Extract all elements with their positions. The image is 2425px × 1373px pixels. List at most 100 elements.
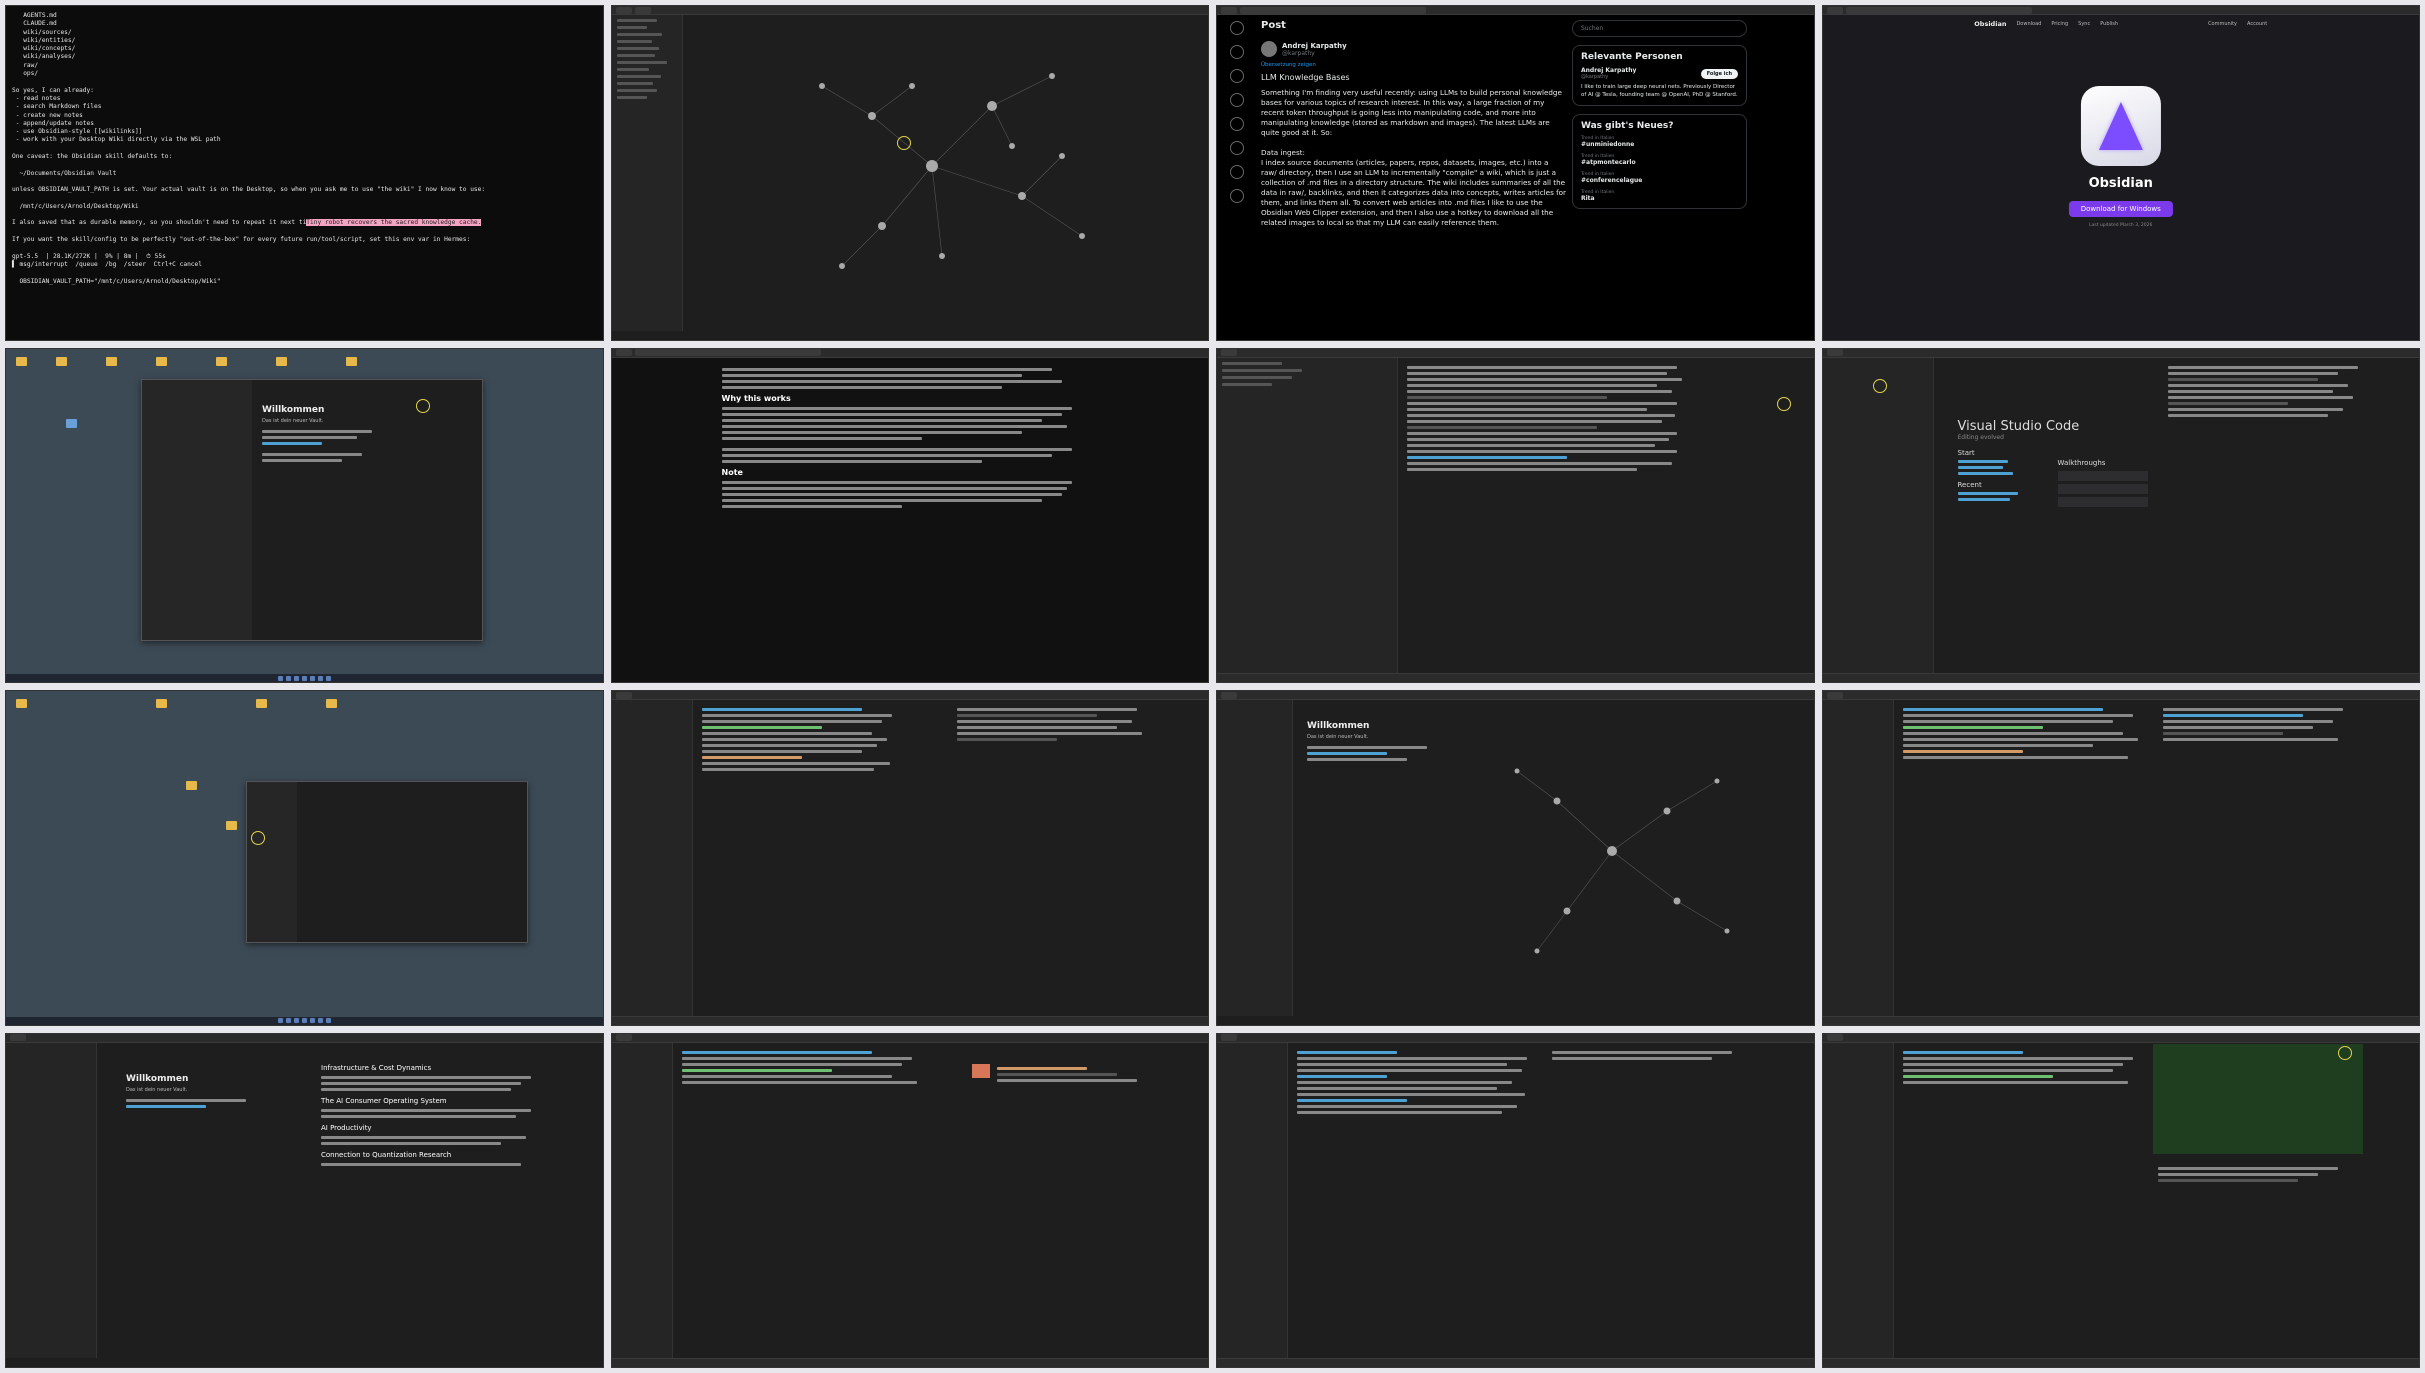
explorer[interactable] (1822, 700, 1894, 1016)
avatar[interactable] (1261, 41, 1277, 57)
explorer-item[interactable] (616, 89, 657, 92)
folder-icon[interactable] (56, 356, 67, 366)
tab[interactable] (634, 6, 651, 14)
folder-icon[interactable] (326, 699, 337, 708)
explorer-item[interactable] (616, 40, 652, 43)
browser-x-post[interactable]: Post Andrej Karpathy @karpathy Übersetzu… (1216, 5, 1815, 341)
vscode-claude-code[interactable] (610, 1032, 1209, 1368)
bell-icon[interactable] (1230, 93, 1244, 107)
claude-panel[interactable] (996, 1064, 1147, 1085)
editor-text[interactable] (681, 1048, 922, 1087)
explorer-item[interactable] (616, 54, 655, 57)
download-button[interactable]: Download for Windows (2068, 201, 2173, 217)
editor-text[interactable] (1902, 1048, 2143, 1087)
folder-icon[interactable] (216, 356, 227, 366)
explorer-item[interactable] (616, 47, 659, 50)
explorer-item[interactable] (616, 96, 647, 99)
explorer[interactable] (1217, 357, 1398, 673)
author-handle[interactable]: @karpathy (1282, 50, 1347, 57)
browser-tab[interactable] (1221, 6, 1237, 14)
file-explorer[interactable] (611, 15, 683, 331)
nav-pricing[interactable]: Pricing (2051, 21, 2068, 27)
explorer-item[interactable] (616, 82, 653, 85)
trend-item[interactable]: Trend in Italien #conferencelague (1581, 172, 1738, 184)
folder-icon[interactable] (156, 356, 167, 366)
vscode-markdown-3[interactable] (1216, 1032, 1815, 1368)
folder-icon[interactable] (276, 356, 287, 366)
terminal-panel[interactable] (2162, 705, 2363, 744)
file-icon[interactable] (66, 418, 77, 428)
desktop-file-explorer[interactable] (5, 690, 604, 1026)
profile-icon[interactable] (1230, 165, 1244, 179)
tab[interactable] (615, 1034, 632, 1041)
obsidian-welcome-2[interactable]: Willkommen Das ist dein neuer Vault. Inf… (5, 1032, 604, 1368)
mail-icon[interactable] (1230, 117, 1244, 131)
terminal-panel[interactable] (1552, 1048, 1752, 1063)
explorer-window[interactable] (246, 781, 528, 943)
folder-icon[interactable] (16, 356, 27, 366)
trend-item[interactable]: Trend in Italien #atpmontecarlo (1581, 154, 1738, 166)
grok-icon[interactable] (1230, 141, 1244, 155)
folder-icon[interactable] (226, 821, 237, 830)
trend-item[interactable]: Trend in Italien #unminiedonne (1581, 136, 1738, 148)
author-name[interactable]: Andrej Karpathy (1282, 42, 1347, 50)
editor-text[interactable] (701, 705, 902, 774)
nav-sync[interactable]: Sync (2078, 21, 2090, 27)
explorer-item[interactable] (616, 26, 647, 29)
tab[interactable] (1221, 691, 1237, 699)
folder-icon[interactable] (16, 699, 27, 708)
address-bar[interactable] (1845, 6, 2032, 14)
tab[interactable] (615, 691, 632, 699)
terminal-window[interactable]: AGENTS.md CLAUDE.md wiki/sources/ wiki/e… (5, 5, 604, 341)
explorer-item[interactable] (616, 61, 667, 64)
trend-item[interactable]: Trend in Italien Rita (1581, 190, 1738, 202)
terminal-panel[interactable] (956, 705, 1157, 744)
browser-tab[interactable] (615, 349, 632, 356)
site-brand[interactable]: Obsidian (1974, 20, 2006, 28)
explorer[interactable] (1822, 357, 1934, 673)
obsidian-sidebar[interactable] (142, 379, 252, 640)
address-bar[interactable] (634, 349, 821, 356)
explorer-item[interactable] (616, 75, 661, 78)
folder-icon[interactable] (156, 699, 167, 708)
nav-publish[interactable]: Publish (2100, 21, 2118, 27)
explorer-nav[interactable] (247, 782, 297, 942)
vscode-markdown[interactable] (1216, 347, 1815, 683)
explorer[interactable] (611, 1042, 673, 1358)
browser-obsidian-site[interactable]: Obsidian Download Pricing Sync Publish C… (1821, 5, 2420, 341)
file-explorer[interactable] (1217, 700, 1293, 1016)
editor-text[interactable] (1902, 705, 2143, 762)
nav-community[interactable]: Community (2208, 21, 2237, 27)
explorer-item[interactable] (616, 19, 657, 22)
folder-icon[interactable] (256, 699, 267, 708)
person-name[interactable]: Andrej Karpathy (1581, 67, 1636, 74)
vscode-markdown-2[interactable] (610, 690, 1209, 1026)
tab[interactable] (1826, 349, 1843, 356)
translate-link[interactable]: Übersetzung zeigen (1261, 62, 1566, 68)
folder-icon[interactable] (106, 356, 117, 366)
explorer-item[interactable] (616, 68, 649, 71)
search-icon[interactable] (1230, 69, 1244, 83)
terminal-panel[interactable] (2167, 363, 2368, 420)
folder-icon[interactable] (186, 781, 197, 790)
address-bar[interactable] (1240, 6, 1426, 14)
explorer[interactable] (1217, 1042, 1288, 1358)
obsidian-graph-window[interactable] (610, 5, 1209, 341)
nav-download[interactable]: Download (2016, 21, 2041, 27)
tab[interactable] (1826, 1034, 1843, 1041)
vscode-terminal[interactable] (1821, 690, 2420, 1026)
explorer-item[interactable] (616, 33, 662, 36)
tab[interactable] (1826, 691, 1843, 699)
search-input[interactable]: Suchen (1572, 20, 1747, 37)
home-icon[interactable] (1230, 45, 1244, 59)
person-handle[interactable]: @karpathy (1581, 74, 1636, 80)
obsidian-graph-welcome[interactable]: Willkommen Das ist dein neuer Vault. (1216, 690, 1815, 1026)
explorer[interactable] (611, 700, 693, 1016)
editor-text[interactable] (1297, 1048, 1537, 1117)
follow-button[interactable]: Folge ich (1700, 68, 1738, 79)
nav-account[interactable]: Account (2247, 21, 2267, 27)
x-logo-icon[interactable] (1230, 21, 1244, 35)
graph-view[interactable] (1467, 731, 1757, 981)
tab[interactable] (1221, 349, 1237, 356)
terminal-panel[interactable] (2157, 1164, 2358, 1185)
